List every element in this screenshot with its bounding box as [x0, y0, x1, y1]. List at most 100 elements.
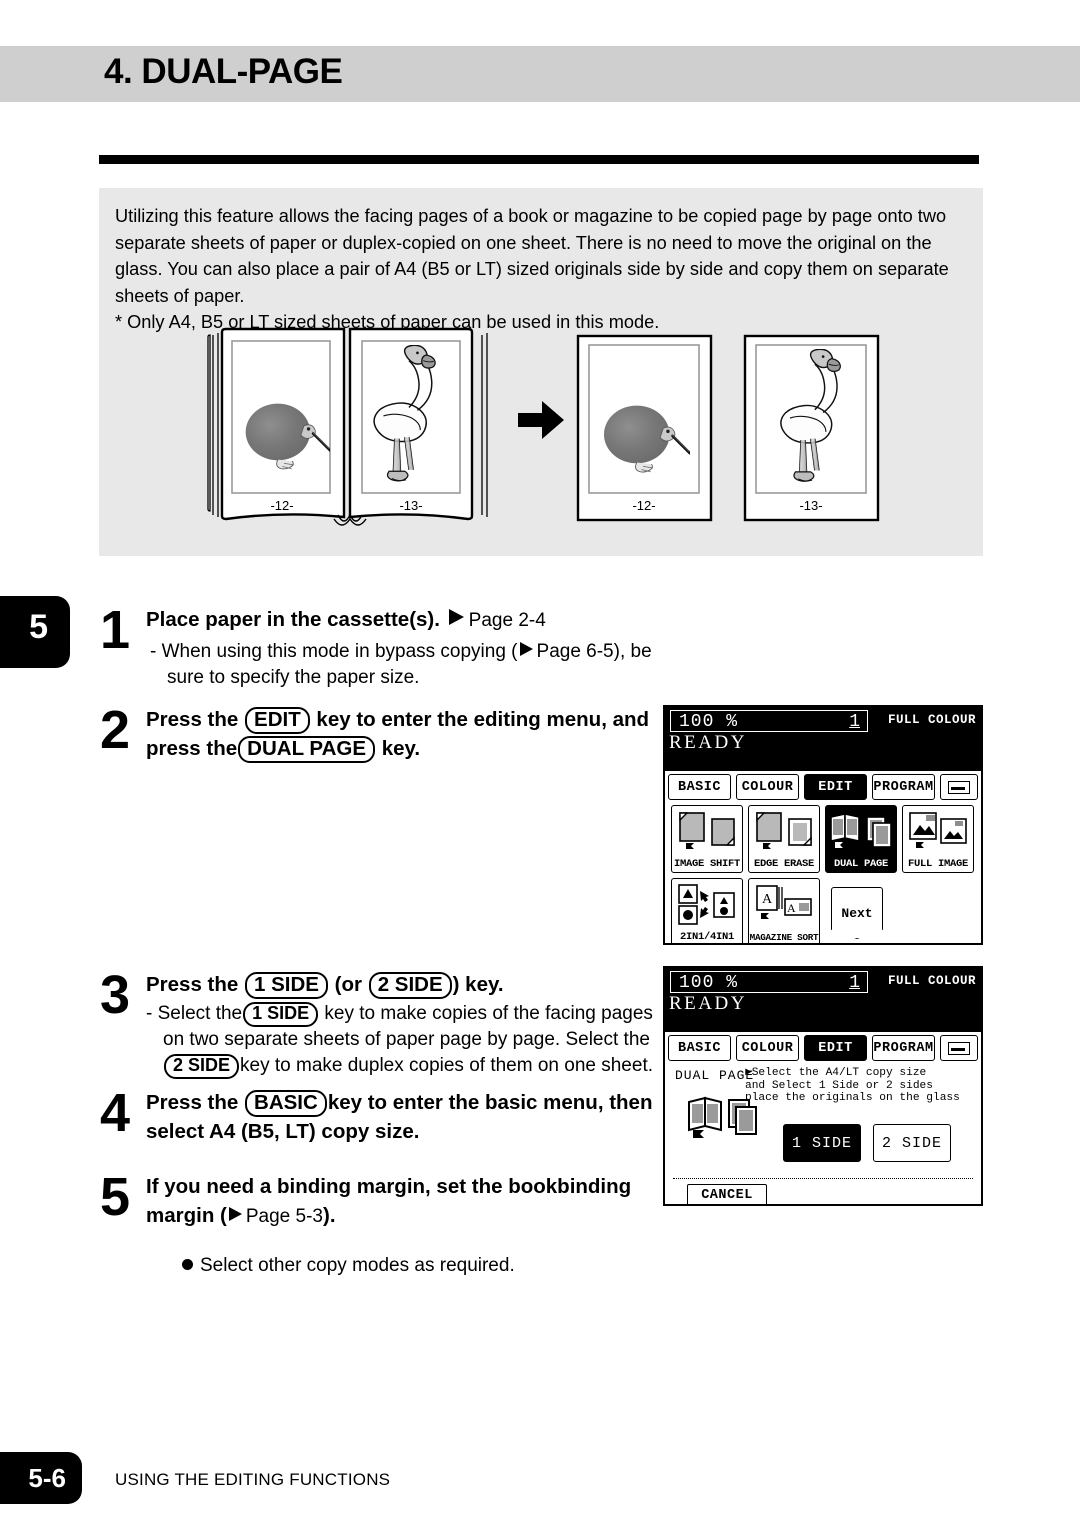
function-full-image-label: FULL IMAGE — [907, 858, 968, 870]
lcd-zoom-ratio: 100 % — [679, 973, 739, 993]
two-side-key-badge: 2 SIDE — [368, 972, 452, 1000]
function-dual-page-label: DUAL PAGE — [833, 858, 888, 870]
step-2-number: 2 — [100, 700, 131, 760]
intro-line-4: sheets of paper. — [115, 285, 245, 306]
step-5-note-text: Select other copy modes as required. — [200, 1255, 515, 1276]
step-3-text-a: Press the — [146, 973, 239, 996]
lcd-status-text: READY — [669, 993, 747, 1014]
dual-page-icon — [826, 806, 896, 858]
edge-erase-icon — [749, 806, 819, 858]
tab-colour[interactable]: COLOUR — [736, 774, 799, 800]
two-side-key-badge-inline: 2 SIDE — [164, 1054, 240, 1079]
function-2in1-4in1[interactable]: 2IN1/4IN1 — [671, 878, 743, 943]
lcd-edit-menu-panel[interactable]: 100 % 1 FULL COLOUR READY BASIC COLOUR E… — [663, 705, 983, 945]
svg-text:A: A — [762, 892, 773, 907]
step-3-text-c: ) key. — [452, 973, 504, 996]
tab-edit[interactable]: EDIT — [804, 1035, 867, 1061]
book-left-page-number: -12- — [270, 498, 293, 513]
step-5-note: Select other copy modes as required. — [146, 1253, 694, 1279]
2in1-4in1-icon — [672, 879, 742, 931]
page-title: 4. DUAL-PAGE — [104, 52, 343, 91]
chapter-tab: 5 — [0, 596, 70, 668]
next-button[interactable]: Next — [831, 887, 883, 939]
function-edge-erase[interactable]: EDGE ERASE — [748, 805, 820, 873]
intro-text: Utilizing this feature allows the facing… — [115, 203, 975, 336]
image-shift-icon — [672, 806, 742, 858]
keypad-icon — [948, 1041, 970, 1055]
step-1-note-c: sure to specify the paper size. — [167, 667, 420, 688]
tab-keypad[interactable] — [940, 774, 978, 800]
right-arrow-icon — [518, 401, 564, 439]
lcd-copy-count: 1 — [849, 973, 860, 993]
page-ref-arrow-icon — [228, 1207, 242, 1221]
dual-page-message: ►Select the A4/LT copy size and Select 1… — [745, 1067, 960, 1104]
step-3-note-d: key to make duplex copies of them on one… — [240, 1055, 654, 1077]
step-4-heading-line-1: Press the BASIC key to enter the basic me… — [146, 1088, 694, 1118]
tab-edit[interactable]: EDIT — [804, 774, 867, 800]
page-ref-arrow-icon — [519, 642, 533, 656]
svg-text:A: A — [787, 901, 796, 915]
footer-page-number: 5-6 — [28, 1463, 66, 1493]
step-5-heading-line-2: margin (Page 5-3). — [146, 1201, 694, 1231]
step-2-heading-line-1: Press the EDIT key to enter the editing … — [146, 705, 666, 735]
edit-key-badge: EDIT — [245, 707, 310, 735]
output-sheets-illustration: -12- -13- — [576, 334, 880, 522]
dual-page-mode-label: DUAL PAGE — [675, 1068, 755, 1083]
step-5-number: 5 — [100, 1167, 131, 1227]
lcd-colour-mode: FULL COLOUR — [887, 974, 976, 988]
lcd-dual-page-panel[interactable]: 100 % 1 FULL COLOUR READY BASIC COLOUR E… — [663, 966, 983, 1206]
one-side-key-badge: 1 SIDE — [245, 972, 328, 1000]
tab-keypad[interactable] — [940, 1035, 978, 1061]
lcd-zoom-ratio: 100 % — [679, 712, 739, 732]
chapter-tab-number: 5 — [29, 608, 48, 646]
step-3-note: - Select the 1 SIDE key to make copies of… — [146, 1001, 694, 1079]
tab-basic[interactable]: BASIC — [668, 774, 731, 800]
magazine-sort-icon: A A — [749, 879, 819, 932]
dual-page-illustration: -12- -13- -12- -13- — [200, 327, 900, 539]
lcd-ratio-box: 100 % 1 — [670, 710, 868, 732]
step-4-text-a: Press the — [146, 1091, 239, 1114]
step-1-page-ref: Page 2-4 — [468, 610, 546, 631]
dual-page-message-text: Select the A4/LT copy size and Select 1 … — [745, 1067, 960, 1104]
lcd-status-bar: 100 % 1 FULL COLOUR READY — [665, 707, 981, 769]
step-3-note-a: - Select the — [146, 1003, 243, 1025]
step-1-number: 1 — [100, 600, 131, 660]
tab-basic[interactable]: BASIC — [668, 1035, 731, 1061]
step-3-note-c: on two separate sheets of paper page by … — [163, 1029, 650, 1051]
tab-program[interactable]: PROGRAM — [872, 1035, 935, 1061]
one-side-key-badge-inline: 1 SIDE — [243, 1002, 319, 1027]
illustration-svg: -12- -13- -12- -13- — [207, 327, 880, 526]
step-3-text-b: (or — [334, 973, 362, 996]
bullet-icon — [182, 1259, 193, 1270]
full-image-icon — [903, 806, 973, 858]
dual-page-key-badge: DUAL PAGE — [238, 736, 375, 764]
function-full-image[interactable]: FULL IMAGE — [902, 805, 974, 873]
step-1-note-b: Page 6-5), be — [536, 641, 652, 662]
lcd-status-text: READY — [669, 732, 747, 753]
tab-program[interactable]: PROGRAM — [872, 774, 935, 800]
step-5-text-a: margin ( — [146, 1204, 227, 1227]
tab-colour[interactable]: COLOUR — [736, 1035, 799, 1061]
sheet-left-page-number: -12- — [632, 498, 655, 513]
function-dual-page[interactable]: DUAL PAGE — [825, 805, 897, 873]
sheet-right-page-number: -13- — [799, 498, 822, 513]
step-4-number: 4 — [100, 1083, 131, 1143]
lcd-ratio-box: 100 % 1 — [670, 971, 868, 993]
two-side-button[interactable]: 2 SIDE — [873, 1124, 951, 1162]
step-1-heading-text: Place paper in the cassette(s). — [146, 608, 440, 631]
function-magazine-sort-label: MAGAZINE SORT — [749, 932, 819, 943]
function-2in1-4in1-label: 2IN1/4IN1 — [679, 931, 734, 943]
panel-divider — [673, 1178, 973, 1179]
lcd-body: BASIC COLOUR EDIT PROGRAM DUAL PAGE ►Sel… — [665, 1030, 981, 1204]
step-4-text-b: key to enter the basic menu, then — [327, 1091, 653, 1114]
cancel-button[interactable]: CANCEL — [687, 1184, 767, 1204]
step-3-note-b: key to make copies of the facing pages — [324, 1003, 653, 1025]
title-rule — [99, 155, 979, 164]
function-magazine-sort[interactable]: A A MAGAZINE SORT — [748, 878, 820, 943]
step-1-heading: Place paper in the cassette(s). Page 2-4 — [146, 605, 661, 635]
lcd-tab-bar: BASIC COLOUR EDIT PROGRAM — [668, 774, 978, 800]
lcd-copy-count: 1 — [849, 712, 860, 732]
one-side-button[interactable]: 1 SIDE — [783, 1124, 861, 1162]
function-image-shift[interactable]: IMAGE SHIFT — [671, 805, 743, 873]
step-4-heading-line-2: select A4 (B5, LT) copy size. — [146, 1120, 420, 1144]
